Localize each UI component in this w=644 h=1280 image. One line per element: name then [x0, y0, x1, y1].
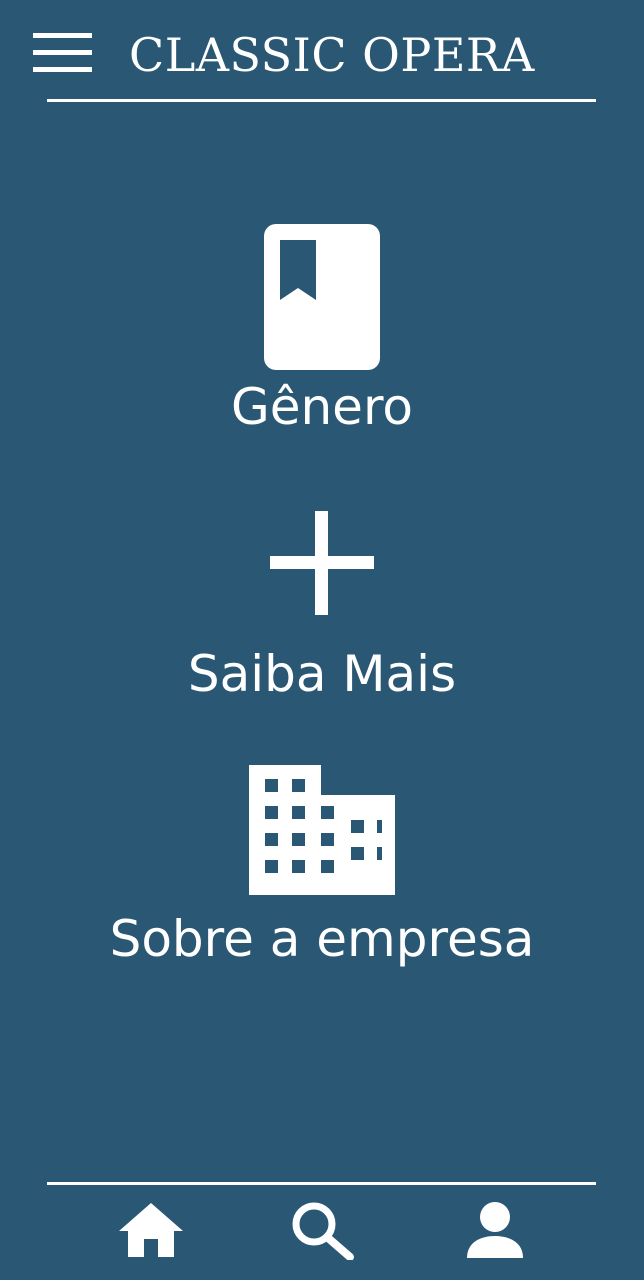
menu-item-label-genero: Gênero	[230, 378, 413, 436]
menu-item-sobre-a-empresa[interactable]: Sobre a empresa	[0, 760, 644, 990]
nav-profile-button[interactable]	[460, 1200, 530, 1264]
building-icon	[0, 765, 644, 895]
nav-home-button[interactable]	[116, 1200, 186, 1264]
home-icon	[117, 1201, 185, 1263]
menu-item-genero[interactable]: Gênero	[0, 220, 644, 450]
app-header: CLASSIC OPERA	[0, 0, 644, 104]
nav-search-button[interactable]	[287, 1200, 357, 1264]
header-divider	[47, 99, 596, 102]
hamburger-menu-button[interactable]	[33, 33, 93, 75]
bookmark-book-icon	[0, 224, 644, 370]
bottom-nav-divider	[47, 1182, 596, 1185]
plus-icon	[0, 511, 644, 615]
app-title: CLASSIC OPERA	[129, 28, 535, 82]
menu-item-label-sobre-a-empresa: Sobre a empresa	[109, 910, 535, 968]
menu-item-label-saiba-mais: Saiba Mais	[187, 645, 457, 703]
user-icon	[465, 1201, 525, 1263]
search-icon	[290, 1200, 354, 1264]
menu-item-saiba-mais[interactable]: Saiba Mais	[0, 505, 644, 715]
